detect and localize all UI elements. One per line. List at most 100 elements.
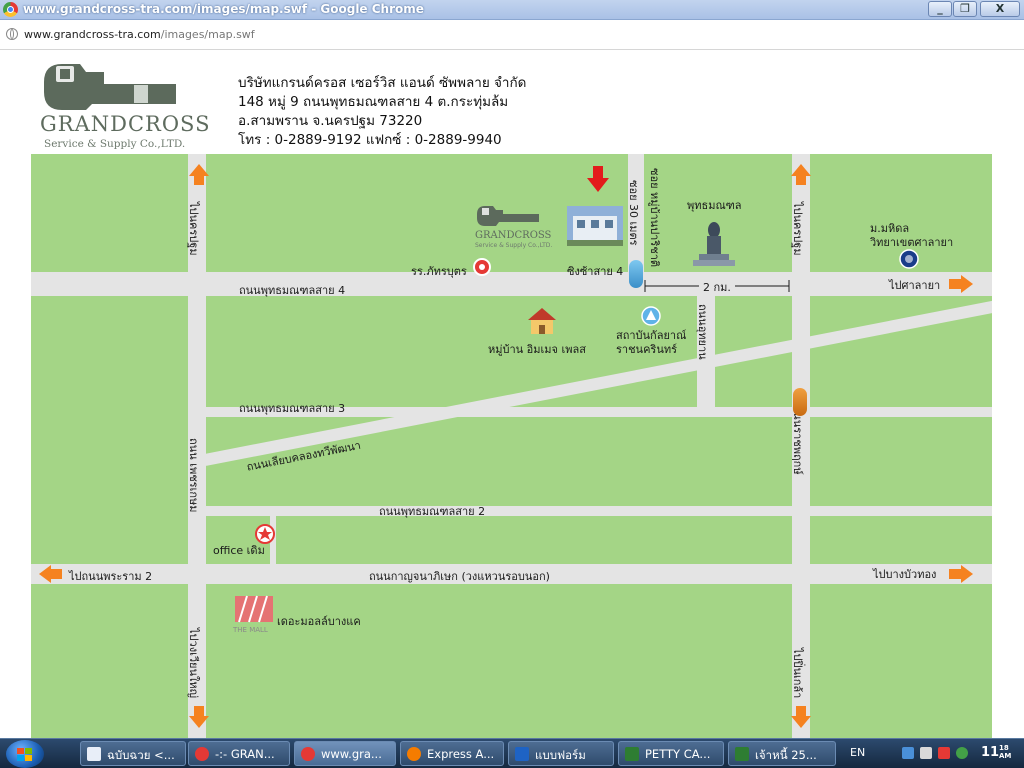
arrow-down-wongwian-yai-icon — [189, 706, 209, 728]
chrome-icon — [301, 747, 315, 761]
road-buddhamonthon-2 — [205, 506, 992, 516]
url-path: /images/map.swf — [160, 28, 255, 41]
taskbar-item-7[interactable]: เจ้าหนี้ 25... — [728, 741, 836, 766]
start-button[interactable] — [6, 740, 44, 768]
map-company-tagline: Service & Supply Co.,LTD. — [475, 242, 553, 249]
spreadsheet-icon — [735, 747, 749, 761]
volume-icon[interactable] — [920, 747, 932, 759]
buddha-statue-icon — [693, 222, 735, 266]
map-company-wordmark: GRANDCROSS — [475, 230, 552, 241]
maximize-button[interactable]: ❐ — [953, 1, 977, 17]
taskbar-item-1[interactable]: ฉบับฉวย <... — [80, 741, 186, 766]
road-buddhamonthon-4 — [31, 272, 992, 296]
taskbar-item-4-label: Express A... — [427, 747, 495, 761]
taskbar-item-6-label: PETTY CA... — [645, 747, 711, 761]
label-to-pinklao: ไปปิ่นเกล้า — [791, 648, 804, 699]
taskbar-item-6[interactable]: PETTY CA... — [618, 741, 724, 766]
arrow-down-pinklao-icon — [791, 706, 811, 728]
taskbar-item-2-label: -:- GRAN... — [215, 747, 275, 761]
location-pointer-icon — [587, 166, 609, 192]
chrome-icon — [3, 2, 18, 17]
update-icon[interactable] — [956, 747, 968, 759]
label-phatsarabut-school: รร.ภัทรบุตร — [411, 265, 467, 278]
label-utthayan: ถนนอุทยาน — [696, 304, 709, 360]
network-icon[interactable] — [902, 747, 914, 759]
close-button[interactable]: X — [980, 1, 1020, 17]
arrow-up-nakhon-pathom-left-icon — [189, 164, 209, 185]
mahidol-university-icon — [899, 249, 919, 269]
label-the-mall-logo: THE MALL — [233, 626, 268, 634]
spreadsheet-icon — [625, 747, 639, 761]
contact-line: โทร : 0-2889-9192 แฟกซ์ : 0-2889-9940 — [238, 132, 502, 148]
label-to-bang-bua-thong: ไปบางบัวทอง — [873, 568, 937, 581]
taskbar-item-5[interactable]: แบบฟอร์ม — [508, 741, 614, 766]
label-buddhamonthon-3: ถนนพุทธมณฑลสาย 3 — [239, 402, 346, 415]
clock-hours: 11 — [981, 745, 1000, 760]
antivirus-icon[interactable] — [938, 747, 950, 759]
school-icon — [473, 258, 491, 276]
label-sing-sa-4: ซิงซ้าสาย 4 — [567, 265, 624, 278]
taskbar-item-1-label: ฉบับฉวย <... — [107, 748, 175, 762]
company-logo: GRANDCROSS Service & Supply Co.,LTD. — [40, 60, 230, 150]
taskbar-item-5-label: แบบฟอร์ม — [535, 748, 586, 762]
label-to-wongwian-yai: ไปวงเวียนใหญ่ — [187, 628, 200, 698]
address-line-1: 148 หมู่ 9 ถนนพุทธมณฑลสาย 4 ต.กระทุ่มล้ม — [238, 94, 509, 110]
chrome-icon — [195, 747, 209, 761]
arrow-right-bang-bua-thong-icon — [949, 565, 973, 583]
label-to-salaya: ไปศาลายา — [889, 279, 941, 292]
label-old-office: office เดิม — [213, 544, 265, 557]
taskbar-item-3[interactable]: www.gra... — [294, 741, 396, 766]
label-distance: 2 กม. — [699, 278, 735, 296]
label-soi-village: ซอย หมู่บ้านปาริชาติ — [648, 168, 661, 268]
window-title: www.grandcross-tra.com/images/map.swf - … — [23, 2, 424, 16]
label-to-nakhon-pathom-left: ไปนครปฐม — [187, 202, 200, 256]
label-to-nakhon-pathom-right: ไปนครปฐม — [791, 202, 804, 256]
globe-icon — [6, 28, 18, 40]
location-map: ถนนพุทธมณฑลสาย 4 ถนนพุทธมณฑลสาย 3 ถนนพุท… — [31, 154, 992, 738]
label-the-mall: เดอะมอลล์บางแค — [277, 615, 361, 628]
clock-ampm: AM — [999, 752, 1012, 760]
taskbar-item-7-label: เจ้าหนี้ 25... — [755, 748, 817, 762]
windows-flag-icon — [17, 748, 33, 761]
label-soi-30m: ซอย 30 เมตร — [627, 180, 640, 246]
minimize-button[interactable]: _ — [928, 1, 952, 17]
label-buddhamonthon-2: ถนนพุทธมณฑลสาย 2 — [379, 505, 486, 518]
label-to-rama-2: ไปถนนพระราม 2 — [69, 570, 153, 583]
road-thawi-watthana-canal — [203, 299, 992, 466]
label-kanchanaphisek: ถนนกาญจนาภิเษก (วงแหวนรอบนอก) — [369, 570, 550, 583]
taskbar-item-4[interactable]: Express A... — [400, 741, 504, 766]
address-line-2: อ.สามพราน จ.นครปฐม 73220 — [238, 113, 423, 129]
document-icon — [515, 747, 529, 761]
company-name: บริษัทแกรนด์ครอส เซอร์วิส แอนด์ ซัพพลาย … — [238, 75, 527, 91]
kanlayani-institute-icon — [641, 306, 661, 326]
page-content: GRANDCROSS Service & Supply Co.,LTD. บริ… — [0, 50, 1024, 738]
label-mahidol-2: วิทยาเขตศาลายา — [870, 236, 954, 249]
label-image-place-village: หมู่บ้าน อิมเมจ เพลส — [488, 343, 586, 356]
taskbar-item-3-label: www.gra... — [321, 747, 382, 761]
arrow-right-salaya-icon — [949, 275, 973, 293]
taskbar-clock[interactable]: 11 18 AM — [981, 744, 1011, 760]
url-field[interactable]: www.grandcross-tra.com/images/map.swf — [24, 28, 255, 41]
company-building-image — [567, 206, 623, 246]
window-title-bar[interactable]: www.grandcross-tra.com/images/map.swf - … — [0, 0, 1024, 20]
arrow-left-rama-2-icon — [39, 565, 62, 583]
clock-minutes-ampm: 18 AM — [999, 744, 1011, 760]
label-phet-kasem: ถนน เพชรเกษม — [187, 438, 200, 513]
language-indicator[interactable]: EN — [850, 746, 865, 759]
taskbar-item-2[interactable]: -:- GRAN... — [188, 741, 290, 766]
blue-car-icon — [629, 260, 643, 288]
arrow-up-nakhon-pathom-right-icon — [791, 164, 811, 185]
label-kanlayani-2: ราชนครินทร์ — [616, 343, 678, 356]
company-info: บริษัทแกรนด์ครอส เซอร์วิส แอนด์ ซัพพลาย … — [238, 74, 526, 150]
messenger-icon — [87, 747, 101, 761]
wrench-logo-icon — [44, 64, 176, 110]
label-buddhamonthon: พุทธมณฑล — [687, 199, 742, 212]
address-bar[interactable]: www.grandcross-tra.com/images/map.swf — [0, 20, 1024, 50]
logo-wordmark: GRANDCROSS — [40, 112, 211, 136]
the-mall-logo-icon — [235, 595, 273, 623]
taskbar: ฉบับฉวย <... -:- GRAN... www.gra... Expr… — [0, 738, 1024, 768]
logo-tagline: Service & Supply Co.,LTD. — [44, 138, 186, 150]
clock-minutes: 18 — [999, 744, 1009, 752]
map-company-logo-icon — [477, 206, 539, 226]
label-buddhamonthon-4: ถนนพุทธมณฑลสาย 4 — [239, 284, 346, 297]
